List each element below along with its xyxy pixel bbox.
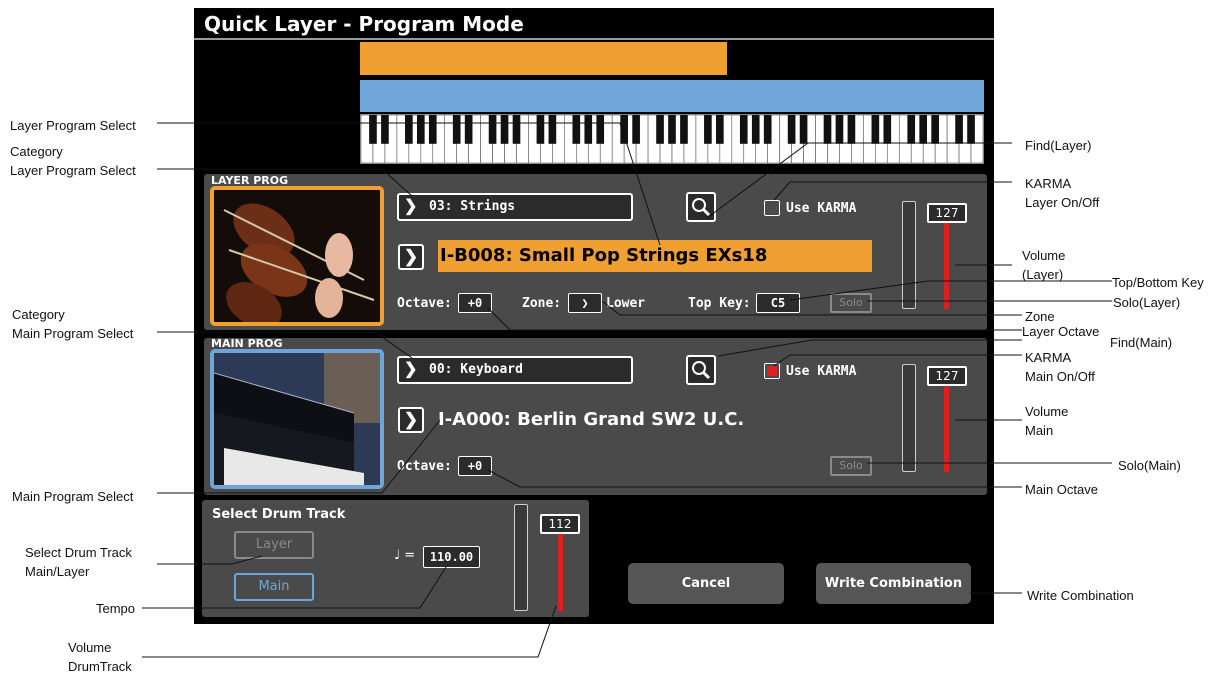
callout-write-combination: Write Combination — [1027, 588, 1134, 603]
callout-line: Volume — [68, 640, 112, 655]
callout-find-layer: Find(Layer) — [1025, 138, 1092, 153]
callout-category-layer: Category Layer Program Select — [10, 142, 136, 180]
callout-line: (Layer) — [1022, 267, 1064, 282]
callout-main-octave: Main Octave — [1025, 482, 1098, 497]
callout-karma-layer: KARMA Layer On/Off — [1025, 174, 1099, 212]
callout-line: Main On/Off — [1025, 369, 1095, 384]
callout-volume-layer: Volume (Layer) — [1022, 246, 1065, 284]
callout-line: Main Program Select — [12, 326, 134, 341]
callout-top-bottom-key: Top/Bottom Key — [1112, 275, 1204, 290]
callout-line: Category — [12, 307, 65, 322]
callout-select-drum-track: Select Drum Track Main/Layer — [25, 543, 132, 581]
callout-line: Layer On/Off — [1025, 195, 1100, 210]
callout-line: KARMA — [1025, 176, 1072, 191]
callout-main-program-select: Main Program Select — [12, 489, 134, 504]
callout-line: Volume — [1022, 248, 1066, 263]
callout-karma-main: KARMA Main On/Off — [1025, 348, 1095, 386]
callout-solo-main: Solo(Main) — [1118, 458, 1181, 473]
callout-volume-main: Volume Main — [1025, 402, 1068, 440]
callout-line: Layer Program Select — [10, 163, 136, 178]
callout-solo-layer: Solo(Layer) — [1113, 295, 1181, 310]
callout-layer-program-select: Layer Program Select — [10, 118, 136, 133]
callout-line: Main/Layer — [25, 564, 90, 579]
callout-tempo: Tempo — [96, 601, 136, 616]
callout-line: Category — [10, 144, 63, 159]
callout-layer-octave: Layer Octave — [1022, 324, 1100, 339]
callout-category-main: Category Main Program Select — [12, 305, 133, 343]
callout-line: Main — [1025, 423, 1054, 438]
callout-line: DrumTrack — [68, 659, 132, 674]
callout-line: KARMA — [1025, 350, 1072, 365]
callout-line: Volume — [1025, 404, 1069, 419]
callout-volume-drumtrack: Volume DrumTrack — [68, 638, 132, 676]
callout-find-main: Find(Main) — [1110, 335, 1173, 350]
callout-line: Select Drum Track — [25, 545, 132, 560]
